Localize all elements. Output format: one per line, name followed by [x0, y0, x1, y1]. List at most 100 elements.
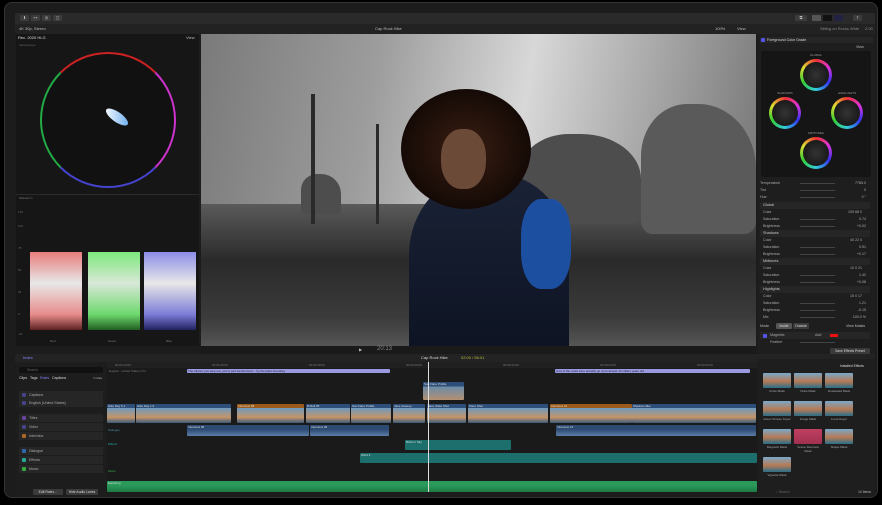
inspector-view-menu[interactable]: View: [856, 45, 864, 49]
background-tasks-icon[interactable]: ◎: [42, 15, 51, 21]
effects-clip[interactable]: Wind 3: [360, 453, 757, 463]
keyword-icon[interactable]: ⊶: [31, 15, 40, 21]
edit-roles-button[interactable]: Edit Roles…: [33, 489, 63, 495]
effect-item[interactable]: Magnetic Mask: [763, 429, 791, 449]
viewer[interactable]: [201, 34, 756, 346]
shadows-wheel[interactable]: [769, 97, 801, 129]
connected-clip[interactable]: Sun Flare Profile: [423, 382, 464, 400]
global-wheel[interactable]: [800, 59, 832, 91]
primary-clip[interactable]: Interview 08: [237, 404, 304, 423]
scopes-view-menu[interactable]: View: [186, 35, 195, 40]
primary-clip[interactable]: Hike Day 5.1: [107, 404, 135, 423]
inspector-toggle-icon[interactable]: [834, 15, 843, 21]
effect-item[interactable]: Luma Keyer: [825, 401, 853, 421]
zoom-menu[interactable]: 100%: [715, 24, 725, 34]
index-tab-clips[interactable]: Clips: [19, 376, 27, 380]
view-masks-menu[interactable]: View Masks: [846, 324, 865, 328]
dialogue-clip[interactable]: Interview 13: [556, 425, 756, 436]
effect-item[interactable]: Graduated Mask: [825, 373, 853, 393]
dialogue-clip[interactable]: Interview 09: [310, 425, 389, 436]
role-checkbox[interactable]: [22, 393, 26, 397]
workspace-icon[interactable]: ⧉: [795, 15, 807, 21]
role-item[interactable]: Interview: [19, 432, 103, 440]
view-menu[interactable]: View: [737, 24, 746, 34]
saturation-slider[interactable]: [800, 303, 835, 304]
role-item[interactable]: Captions: [19, 391, 103, 399]
role-item[interactable]: English (United States): [19, 399, 103, 407]
brightness-slider[interactable]: [800, 226, 835, 227]
effect-item[interactable]: Image Mask: [794, 401, 822, 421]
role-checkbox[interactable]: [22, 401, 26, 405]
brightness-slider[interactable]: [800, 282, 835, 283]
primary-clip[interactable]: Interview 10: [550, 404, 632, 423]
primary-clip[interactable]: Jace closeup: [393, 404, 425, 423]
import-icon[interactable]: ⬇: [20, 15, 29, 21]
hide-audio-lanes-button[interactable]: Hide Audio Lanes: [66, 489, 98, 495]
role-item[interactable]: Music: [19, 465, 103, 473]
effects-clip[interactable]: Birds in Sky: [405, 440, 511, 450]
share-icon[interactable]: ▢: [53, 15, 62, 21]
effect-item[interactable]: Green Screen Keyer: [763, 401, 791, 421]
share-export-icon[interactable]: ⇪: [853, 15, 862, 21]
role-item[interactable]: Effects: [19, 456, 103, 464]
saturation-slider[interactable]: [800, 219, 835, 220]
primary-clip[interactable]: Sun Flare Profile: [351, 404, 391, 423]
param-slider[interactable]: [800, 190, 835, 191]
caption-clip[interactable]: A lot of the rocks here actually go up t…: [555, 369, 750, 373]
timeline-project-menu[interactable]: Cap Rock Hike: [421, 354, 448, 362]
playhead[interactable]: [428, 362, 429, 492]
primary-clip[interactable]: Hike Day 1.6: [136, 404, 231, 423]
brightness-slider[interactable]: [800, 254, 835, 255]
index-tab-roles[interactable]: Roles: [40, 376, 49, 380]
mix-slider[interactable]: [800, 317, 835, 318]
highlights-wheel[interactable]: [831, 97, 863, 129]
index-tab-captions[interactable]: Captions: [52, 376, 66, 380]
timeline-toggle-icon[interactable]: [823, 15, 832, 21]
effect-header[interactable]: Foreground Color Grade: [760, 37, 873, 43]
effect-item[interactable]: Scene Removal Mask: [794, 429, 822, 453]
role-checkbox[interactable]: [22, 467, 26, 471]
effect-item[interactable]: Shape Mask: [825, 429, 853, 449]
mode-outside[interactable]: Outside: [793, 323, 809, 329]
param-slider[interactable]: [800, 197, 835, 198]
primary-clip[interactable]: Shadow Hike: [632, 404, 756, 423]
primary-clip[interactable]: Pano Shot: [468, 404, 548, 423]
saturation-slider[interactable]: [800, 275, 835, 276]
dialogue-clip[interactable]: Interview 08: [187, 425, 309, 436]
effects-search[interactable]: ⌕ Search: [776, 490, 790, 494]
midtones-wheel[interactable]: [800, 137, 832, 169]
brightness-slider[interactable]: [800, 310, 835, 311]
effect-item[interactable]: Draw Mask: [794, 373, 822, 393]
role-checkbox[interactable]: [22, 416, 26, 420]
role-item[interactable]: Dialogue: [19, 447, 103, 455]
index-button[interactable]: Index: [23, 354, 33, 362]
role-checkbox[interactable]: [22, 434, 26, 438]
effects-category-menu[interactable]: Installed Effects: [840, 364, 864, 368]
index-search[interactable]: Search: [19, 367, 103, 373]
mask-color-swatch[interactable]: [830, 334, 838, 337]
role-checkbox[interactable]: [22, 449, 26, 453]
music-clip[interactable]: Exploring: [107, 481, 757, 492]
section-shadows[interactable]: Shadows: [760, 230, 870, 237]
role-item[interactable]: Titles: [19, 414, 103, 422]
effect-item[interactable]: Vignette Mask: [763, 457, 791, 477]
section-global[interactable]: Global: [760, 202, 870, 209]
role-checkbox[interactable]: [22, 458, 26, 462]
index-tab-tags[interactable]: Tags: [30, 376, 38, 380]
section-highlights[interactable]: Highlights: [760, 286, 870, 293]
mode-inside[interactable]: Inside: [776, 323, 792, 329]
browser-toggle-icon[interactable]: [812, 15, 821, 21]
effect-item[interactable]: Circle Mask: [763, 373, 791, 393]
role-checkbox[interactable]: [22, 425, 26, 429]
primary-clip[interactable]: B-Roll 05: [306, 404, 350, 423]
section-midtones[interactable]: Midtones: [760, 258, 870, 265]
caption-clip[interactable]: The Interior you step out, you're just t…: [187, 369, 390, 373]
play-icon[interactable]: ▶: [359, 347, 362, 352]
ruler[interactable]: [107, 362, 757, 368]
primary-clip[interactable]: Jace Wide Shot: [427, 404, 466, 423]
param-slider[interactable]: [800, 183, 835, 184]
add-menu[interactable]: Add: [815, 332, 821, 339]
timeline[interactable]: 00:00:14:00 00:00:16:00 00:00:18:00 00:00:2…: [107, 362, 757, 492]
role-item[interactable]: Video: [19, 423, 103, 431]
saturation-slider[interactable]: [800, 247, 835, 248]
